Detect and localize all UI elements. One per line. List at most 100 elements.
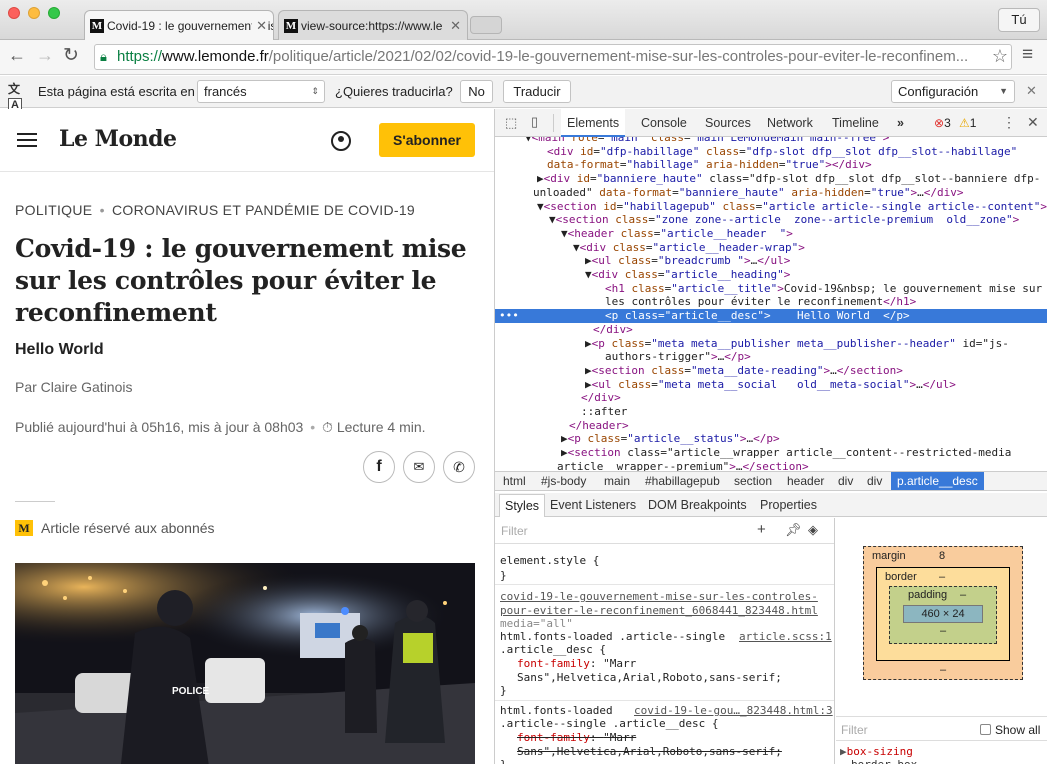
crumb-main[interactable]: main bbox=[604, 472, 630, 490]
close-tab-icon[interactable]: ✕ bbox=[446, 11, 461, 40]
close-window-button[interactable] bbox=[8, 7, 20, 19]
tab-elements[interactable]: Elements bbox=[561, 109, 626, 137]
tab-sources[interactable]: Sources bbox=[705, 109, 751, 137]
dom-node[interactable]: ▼<div class="article__header-wrap"> bbox=[495, 241, 1047, 255]
dom-node[interactable]: </div> bbox=[495, 391, 1047, 405]
dom-node[interactable]: ▶<section class="article__wrapper articl… bbox=[495, 446, 1047, 460]
tab-timeline[interactable]: Timeline bbox=[832, 109, 879, 137]
crumb-section[interactable]: section bbox=[734, 472, 772, 490]
translate-button[interactable]: Traducir bbox=[503, 80, 571, 103]
rule-source-link[interactable]: covid-19-le-gouvernement-mise-sur-les-co… bbox=[500, 590, 820, 617]
dom-node[interactable]: </header> bbox=[495, 419, 1047, 433]
styles-filter-input[interactable]: Filter bbox=[501, 524, 528, 538]
close-infobar-icon[interactable]: ✕ bbox=[1026, 83, 1037, 99]
url-bar[interactable]: 🔒︎ https://www.lemonde.fr/politique/arti… bbox=[94, 44, 1012, 70]
crumb-div[interactable]: div bbox=[867, 472, 882, 490]
crumb-div[interactable]: div bbox=[838, 472, 853, 490]
css-declaration[interactable]: font-family: "Marr Sans",Helvetica,Arial… bbox=[517, 657, 817, 684]
crumb-html[interactable]: html bbox=[503, 472, 526, 490]
tab-event-listeners[interactable]: Event Listeners bbox=[550, 498, 636, 512]
dom-node[interactable]: ▼<section id="habillagepub" class="artic… bbox=[495, 200, 1047, 214]
dom-node[interactable]: ▶<p class="article__status">…</p> bbox=[495, 432, 1047, 446]
back-arrow-icon[interactable]: ← bbox=[8, 45, 26, 66]
dom-node[interactable]: ▼<header class="article__header "> bbox=[495, 227, 1047, 241]
border-value[interactable]: – bbox=[939, 571, 945, 583]
hamburger-menu-icon[interactable] bbox=[17, 133, 37, 147]
account-icon[interactable] bbox=[331, 131, 351, 151]
dom-node[interactable]: ▼<section class="zone zone--article zone… bbox=[495, 213, 1047, 227]
dom-node[interactable]: ▶<p class="meta meta__publisher meta__pu… bbox=[495, 337, 1047, 351]
forward-arrow-icon[interactable]: → bbox=[36, 45, 54, 66]
article-author[interactable]: Par Claire Gatinois bbox=[15, 379, 133, 395]
dom-node[interactable]: unloaded" data-format="banniere_haute" a… bbox=[495, 186, 1047, 200]
le-monde-logo[interactable]: Le Monde bbox=[59, 126, 177, 152]
tab-network[interactable]: Network bbox=[767, 109, 813, 137]
crumb-habillagepub[interactable]: #habillagepub bbox=[645, 472, 720, 490]
dom-node[interactable]: les contrôles pour éviter le reconfineme… bbox=[495, 295, 1047, 309]
tab-styles[interactable]: Styles bbox=[499, 494, 546, 517]
reload-icon[interactable]: ↻ bbox=[63, 44, 79, 67]
dom-node[interactable]: ▶<ul class="breadcrumb ">…</ul> bbox=[495, 254, 1047, 268]
padding-value[interactable]: – bbox=[960, 589, 966, 601]
rule-selector[interactable]: .article__desc { bbox=[500, 643, 606, 657]
device-mode-icon[interactable]: ▯ bbox=[531, 114, 538, 130]
error-count[interactable]: ⊗3 bbox=[934, 116, 951, 130]
tab-dom-breakpoints[interactable]: DOM Breakpoints bbox=[648, 498, 747, 512]
tab-inactive[interactable]: M view-source:https://www.le ✕ bbox=[278, 10, 468, 40]
menu-icon[interactable]: ≡ bbox=[1022, 44, 1033, 66]
profile-button[interactable]: Tú bbox=[998, 8, 1040, 32]
whatsapp-share-icon[interactable]: ✆ bbox=[443, 451, 475, 483]
rule-selector[interactable]: html.fonts-loaded bbox=[500, 704, 613, 718]
box-model-content[interactable]: 460 × 24 bbox=[903, 605, 983, 623]
close-devtools-icon[interactable]: ✕ bbox=[1027, 114, 1039, 131]
dom-node[interactable]: authors-trigger">…</p> bbox=[495, 350, 1047, 364]
dom-node[interactable]: ▼<main role="main" class="main LeMondeMa… bbox=[495, 137, 1047, 145]
dom-node[interactable]: <h1 class="article__title">Covid-19&nbsp… bbox=[495, 282, 1047, 296]
computed-property[interactable]: ▶box-sizing bbox=[840, 745, 913, 759]
warning-count[interactable]: ⚠1 bbox=[959, 116, 976, 130]
margin-bottom-value[interactable]: – bbox=[940, 664, 946, 676]
close-tab-icon[interactable]: ✕ bbox=[252, 11, 267, 40]
dom-node[interactable]: ▶<div id="banniere_haute" class="dfp-slo… bbox=[495, 172, 1047, 186]
tab-properties[interactable]: Properties bbox=[760, 498, 817, 512]
dom-node[interactable]: <div id="dfp-habillage" class="dfp-slot … bbox=[495, 145, 1047, 159]
dom-node[interactable]: article__wrapper--premium">…</section> bbox=[495, 460, 1047, 471]
padding-bottom-value[interactable]: – bbox=[940, 625, 946, 637]
email-share-icon[interactable]: ✉ bbox=[403, 451, 435, 483]
crumb-header[interactable]: header bbox=[787, 472, 824, 490]
subscribe-button[interactable]: S'abonner bbox=[379, 123, 475, 157]
rule-selector[interactable]: .article--single .article__desc { bbox=[500, 717, 719, 731]
new-rule-icon[interactable]: + bbox=[757, 521, 766, 538]
settings-select[interactable]: Configuración ▼ bbox=[891, 80, 1015, 103]
inspect-element-icon[interactable]: ⬚ bbox=[505, 115, 517, 131]
margin-value[interactable]: 8 bbox=[939, 550, 945, 562]
overridden-declaration[interactable]: font-family: "Marr Sans",Helvetica,Arial… bbox=[517, 731, 817, 758]
rule-source-link[interactable]: covid-19-le-gou…_823448.html:3 bbox=[634, 704, 833, 718]
facebook-share-icon[interactable]: f bbox=[363, 451, 395, 483]
toggle-state-icon[interactable]: ◈ bbox=[808, 522, 818, 538]
computed-filter-input[interactable]: Filter bbox=[841, 723, 868, 737]
bookmark-star-icon[interactable]: ☆ bbox=[987, 45, 1008, 68]
dom-node[interactable]: ▼<div class="article__heading"> bbox=[495, 268, 1047, 282]
crumb-article-desc[interactable]: p.article__desc bbox=[891, 472, 984, 490]
no-button[interactable]: No bbox=[460, 80, 493, 103]
rule-source-link[interactable]: article.scss:1 bbox=[739, 630, 832, 644]
language-select[interactable]: francés ⇕ bbox=[197, 80, 325, 103]
tab-console[interactable]: Console bbox=[641, 109, 687, 137]
minimize-window-button[interactable] bbox=[28, 7, 40, 19]
crumb-js-body[interactable]: #js-body bbox=[541, 472, 586, 490]
element-style-rule[interactable]: element.style { bbox=[500, 554, 599, 568]
dom-node[interactable]: ▶<ul class="meta meta__social old__meta-… bbox=[495, 378, 1047, 392]
dom-node[interactable]: </div> bbox=[495, 323, 1047, 337]
dom-node[interactable]: ▶<section class="meta__date-reading">…</… bbox=[495, 364, 1047, 378]
zoom-window-button[interactable] bbox=[48, 7, 60, 19]
kebab-menu-icon[interactable]: ⋮ bbox=[1002, 114, 1016, 131]
new-tab-button[interactable] bbox=[470, 16, 502, 34]
dom-node[interactable]: data-format="habillage" aria-hidden="tru… bbox=[495, 158, 1047, 172]
dom-node[interactable]: ::after bbox=[495, 405, 1047, 419]
show-all-checkbox[interactable] bbox=[980, 724, 991, 735]
pin-icon[interactable]: 📌︎ bbox=[785, 522, 802, 538]
rubric-politique[interactable]: POLITIQUE bbox=[15, 202, 92, 218]
rule-selector[interactable]: html.fonts-loaded .article--single bbox=[500, 630, 725, 644]
rubric-coronavirus[interactable]: CORONAVIRUS ET PANDÉMIE DE COVID-19 bbox=[112, 202, 415, 218]
